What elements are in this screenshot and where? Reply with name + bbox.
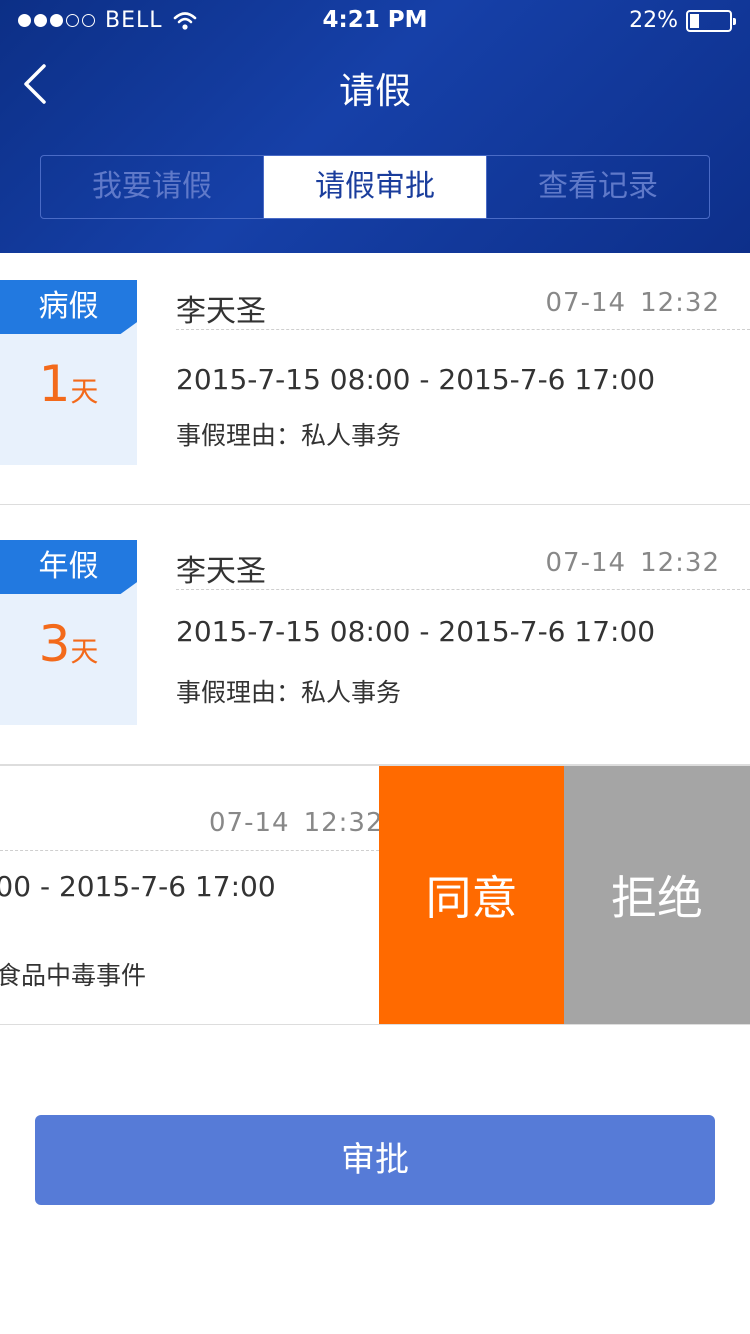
tab-view-records[interactable]: 查看记录 <box>486 156 709 218</box>
leave-type-badge: 病假 <box>0 280 137 334</box>
status-bar: BELL 4:21 PM 22% <box>0 0 750 40</box>
header: BELL 4:21 PM 22% 请假 我要请假 请假审批 查看记录 <box>0 0 750 253</box>
leave-days: 1天 <box>0 355 137 413</box>
reason-label: 事假理由： <box>176 421 302 450</box>
tab-bar: 我要请假 请假审批 查看记录 <box>40 155 710 219</box>
days-count: 3 <box>38 615 71 673</box>
leave-request-card[interactable]: 病假 1天 李天圣 07-14 12:32 2015-7-15 08:00 - 2… <box>0 253 750 505</box>
divider <box>0 850 379 851</box>
page-title: 请假 <box>338 71 411 112</box>
days-count: 1 <box>38 355 71 413</box>
leave-reason: 事假理由：私人事务 <box>176 673 401 709</box>
days-unit: 天 <box>70 635 99 668</box>
battery-icon <box>686 9 736 32</box>
request-date: 07-14 <box>209 808 290 838</box>
leave-reason: 食品中毒事件 <box>0 961 147 990</box>
reason-label: 事假理由： <box>176 678 302 707</box>
swiped-leave-request-card[interactable]: 07-14 12:32 :00 - 2015-7-6 17:00 食品中毒事件 同… <box>0 765 750 1025</box>
request-time: 12:32 <box>640 548 720 578</box>
leave-days: 3天 <box>0 615 137 673</box>
request-time: 12:32 <box>303 808 384 838</box>
request-timestamp: 07-14 12:32 <box>546 288 721 318</box>
tab-leave-approval[interactable]: 请假审批 <box>263 156 486 218</box>
leave-type-panel: 病假 1天 <box>0 280 137 465</box>
divider <box>176 329 750 330</box>
leave-range: 2015-7-15 08:00 - 2015-7-6 17:00 <box>176 363 656 396</box>
divider <box>176 589 750 590</box>
reason-value: 私人事务 <box>301 678 402 707</box>
approve-button[interactable]: 审批 <box>35 1115 715 1205</box>
days-unit: 天 <box>70 375 99 408</box>
leave-type-badge: 年假 <box>0 540 137 594</box>
leave-request-card[interactable]: 年假 3天 李天圣 07-14 12:32 2015-7-15 08:00 - 2… <box>0 506 750 765</box>
leave-range: :00 - 2015-7-6 17:00 <box>0 870 276 903</box>
leave-range: 2015-7-15 08:00 - 2015-7-6 17:00 <box>176 615 656 648</box>
request-timestamp: 07-14 12:32 <box>546 548 721 578</box>
agree-button[interactable]: 同意 <box>379 766 564 1024</box>
request-date: 07-14 <box>545 288 627 318</box>
applicant-name: 李天圣 <box>176 294 266 329</box>
request-time: 12:32 <box>640 288 720 318</box>
leave-type-panel: 年假 3天 <box>0 540 137 725</box>
applicant-name: 李天圣 <box>176 554 266 589</box>
reason-value: 私人事务 <box>301 421 402 450</box>
tab-apply-leave[interactable]: 我要请假 <box>41 156 263 218</box>
battery-info: 22% <box>629 8 736 33</box>
leave-reason: 事假理由：私人事务 <box>176 416 401 452</box>
request-date: 07-14 <box>545 548 627 578</box>
battery-percent: 22% <box>629 8 678 33</box>
request-timestamp: 07-14 12:32 <box>209 808 384 838</box>
reject-button[interactable]: 拒绝 <box>564 766 750 1024</box>
